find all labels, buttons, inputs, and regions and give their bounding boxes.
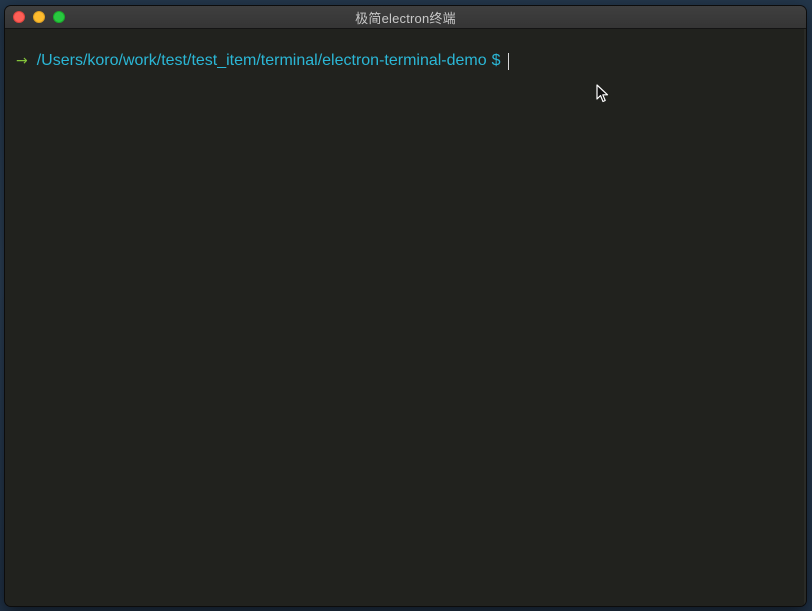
terminal-area[interactable]: → /Users/koro/work/test/test_item/termin… bbox=[5, 29, 806, 606]
minimize-dot-icon[interactable] bbox=[33, 11, 45, 23]
text-cursor bbox=[507, 52, 509, 70]
window-title: 极简electron终端 bbox=[355, 10, 456, 26]
prompt-line: → /Users/koro/work/test/test_item/termin… bbox=[16, 51, 509, 71]
title-bar[interactable]: 极简electron终端 bbox=[5, 6, 806, 29]
prompt-char: $ bbox=[491, 52, 501, 69]
current-directory: /Users/koro/work/test/test_item/terminal… bbox=[36, 52, 487, 69]
terminal-window: 极简electron终端 → /Users/koro/work/test/tes… bbox=[5, 6, 806, 606]
window-right-edge bbox=[804, 29, 806, 606]
prompt-arrow-icon: → bbox=[16, 53, 28, 69]
mouse-pointer-icon bbox=[596, 84, 609, 103]
maximize-dot-icon[interactable] bbox=[53, 11, 65, 23]
window-controls bbox=[13, 11, 65, 23]
close-dot-icon[interactable] bbox=[13, 11, 25, 23]
